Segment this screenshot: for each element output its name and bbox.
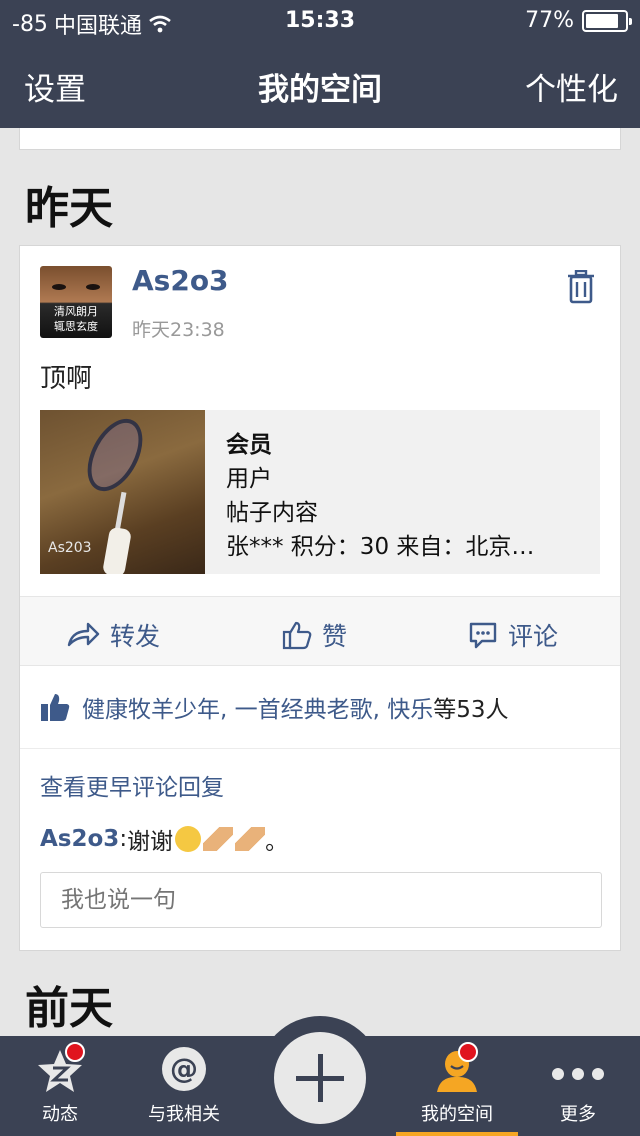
comment-icon	[469, 622, 497, 649]
tab-more-label: 更多	[560, 1104, 596, 1125]
at-sign-icon: @	[162, 1047, 206, 1091]
divider	[20, 748, 620, 749]
shared-line-2: 用户	[226, 466, 272, 492]
nav-bar: 设置 我的空间 个性化	[0, 40, 640, 128]
avatar[interactable]: 清风朗月 辄思玄度	[40, 266, 112, 338]
section-title-yesterday: 昨天	[25, 183, 113, 234]
header: -85 中国联通 15:33 77% 设置 我的空间 个性化	[0, 0, 640, 128]
tab-mentions[interactable]: @ 与我相关	[129, 1036, 239, 1136]
praying-hands-icon	[203, 827, 234, 851]
trash-icon[interactable]	[566, 270, 596, 304]
svg-text:@: @	[170, 1052, 198, 1085]
shared-line-3: 帖子内容	[226, 500, 318, 526]
comment-end: 。	[265, 829, 289, 855]
tab-my-space[interactable]: 我的空间	[402, 1036, 512, 1136]
avatar-text-2: 辄思玄度	[54, 320, 98, 333]
tab-more[interactable]: 更多	[523, 1036, 633, 1136]
thumbs-up-icon	[282, 621, 312, 650]
feed[interactable]: 昨天 清风朗月 辄思玄度 As2o3 昨天23:38 顶啊 As203 会员 用…	[0, 128, 640, 1036]
section-title-day-before: 前天	[25, 983, 113, 1034]
comment-username[interactable]: As2o3	[40, 826, 119, 852]
smile-emoji-icon	[175, 826, 202, 852]
status-bar: -85 中国联通 15:33 77%	[0, 0, 640, 40]
likes-row[interactable]: 健康牧羊少年, 一首经典老歌, 快乐等53人	[40, 690, 509, 724]
praying-hands-icon-2	[235, 827, 266, 851]
tab-feed[interactable]: 动态	[5, 1036, 115, 1136]
comment-button[interactable]: 评论	[468, 617, 558, 653]
forward-icon	[67, 622, 100, 647]
previous-card	[19, 128, 621, 150]
like-label: 赞	[322, 622, 348, 651]
forward-button[interactable]: 转发	[66, 617, 160, 653]
battery-icon	[582, 9, 632, 32]
reply-input[interactable]	[40, 872, 602, 928]
action-bar: 转发 赞 评论	[20, 596, 620, 666]
active-tab-indicator	[396, 1132, 518, 1136]
thumbnail-watermark: As203	[48, 540, 92, 556]
comment-separator: :	[119, 826, 128, 852]
comment-label: 评论	[508, 622, 559, 651]
shared-thumbnail: As203	[40, 410, 205, 574]
notification-badge	[65, 1042, 85, 1062]
settings-button[interactable]: 设置	[24, 64, 86, 109]
like-button[interactable]: 赞	[282, 617, 347, 653]
likes-count: 等53人	[433, 697, 509, 723]
post-card: 清风朗月 辄思玄度 As2o3 昨天23:38 顶啊 As203 会员 用户 帖…	[19, 245, 621, 951]
post-username[interactable]: As2o3	[132, 264, 229, 297]
plus-icon[interactable]	[274, 1032, 366, 1124]
notification-badge-2	[458, 1042, 478, 1062]
comment: As2o3 : 谢谢 。	[40, 822, 288, 856]
view-earlier-comments-link[interactable]: 查看更早评论回复	[40, 768, 224, 802]
more-dots-icon	[552, 1068, 604, 1080]
post-time: 昨天23:38	[132, 319, 225, 341]
post-text: 顶啊	[40, 364, 93, 394]
tab-my-space-label: 我的空间	[421, 1104, 493, 1125]
shared-line-1: 会员	[226, 432, 272, 458]
tab-feed-label: 动态	[42, 1104, 78, 1125]
tab-bar: 动态 @ 与我相关 我的空间 更多	[0, 1016, 640, 1136]
comment-text: 谢谢	[127, 829, 174, 855]
tab-mentions-label: 与我相关	[148, 1104, 220, 1125]
liker-names[interactable]: 健康牧羊少年, 一首经典老歌, 快乐	[82, 697, 433, 723]
thumbs-up-filled-icon	[41, 694, 70, 721]
battery-percent: 77%	[525, 8, 574, 33]
avatar-text-1: 清风朗月	[54, 305, 98, 318]
forward-label: 转发	[110, 622, 161, 651]
shared-line-4: 张*** 积分：30 来自：北京…	[226, 534, 535, 560]
shared-post[interactable]: As203 会员 用户 帖子内容 张*** 积分：30 来自：北京…	[40, 410, 600, 574]
personalize-button[interactable]: 个性化	[525, 64, 618, 109]
